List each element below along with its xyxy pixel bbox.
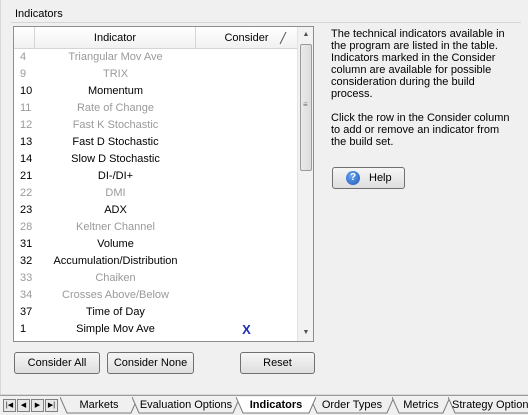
header-indicator[interactable]: Indicator bbox=[35, 27, 196, 49]
row-index: 21 bbox=[20, 170, 33, 182]
first-tab-icon[interactable]: |◀ bbox=[3, 399, 16, 412]
row-indicator-name: Accumulation/Distribution bbox=[53, 255, 178, 267]
row-indicator-name: Fast D Stochastic bbox=[72, 136, 159, 148]
row-indicator-name: Time of Day bbox=[86, 306, 145, 318]
row-consider-cell[interactable]: X bbox=[196, 321, 297, 338]
tab-label: Order Types bbox=[321, 399, 383, 411]
table-row[interactable]: 34 Crosses Above/Below bbox=[14, 287, 297, 304]
tab-label: Evaluation Options bbox=[139, 399, 233, 411]
row-index: 1 bbox=[20, 323, 27, 335]
table-row[interactable]: 37 Time of Day bbox=[14, 304, 297, 321]
table-row[interactable]: 33 Chaiken bbox=[14, 270, 297, 287]
row-index: 9 bbox=[20, 68, 27, 80]
next-tab-icon[interactable]: ▶ bbox=[31, 399, 44, 412]
row-indicator-name: Triangular Mov Ave bbox=[68, 51, 163, 63]
reset-button[interactable]: Reset bbox=[240, 352, 315, 374]
row-indicator-name: ADX bbox=[104, 204, 127, 216]
row-indicator-name: Crosses Above/Below bbox=[62, 289, 169, 301]
grip-icon: ≡ bbox=[303, 100, 308, 109]
table-row[interactable]: 4 Triangular Mov Ave bbox=[14, 49, 297, 66]
tab-strategy-options[interactable]: Strategy Options bbox=[448, 397, 528, 414]
table-header: Indicator Consider bbox=[14, 27, 297, 49]
prev-tab-icon[interactable]: ◀ bbox=[17, 399, 30, 412]
row-indicator-name: Chaiken bbox=[95, 272, 136, 284]
group-divider bbox=[11, 22, 521, 23]
row-indicator-name: Keltner Channel bbox=[76, 221, 155, 233]
tab-indicators[interactable]: Indicators bbox=[236, 397, 316, 414]
table-row[interactable]: 28 Keltner Channel bbox=[14, 219, 297, 236]
row-index: 10 bbox=[20, 85, 33, 97]
row-index: 23 bbox=[20, 204, 33, 216]
row-index: 34 bbox=[20, 289, 33, 301]
tab-label: Markets bbox=[79, 399, 119, 411]
group-title: Indicators bbox=[15, 8, 63, 20]
scrollbar-thumb[interactable]: ≡ bbox=[300, 44, 312, 171]
row-index: 28 bbox=[20, 221, 33, 233]
row-index: 13 bbox=[20, 136, 33, 148]
row-indicator-name: Rate of Change bbox=[76, 102, 155, 114]
tab-label: Indicators bbox=[249, 399, 303, 411]
row-index: 22 bbox=[20, 187, 33, 199]
header-consider[interactable]: Consider bbox=[196, 27, 297, 49]
table-row[interactable]: 31 Volume bbox=[14, 236, 297, 253]
consider-none-button[interactable]: Consider None bbox=[107, 352, 194, 374]
column-resize-icon bbox=[279, 31, 287, 45]
description-paragraph-2: Click the row in the Consider column to … bbox=[331, 112, 510, 148]
row-index: 33 bbox=[20, 272, 33, 284]
row-indicator-name: Simple Mov Ave bbox=[76, 323, 155, 335]
help-icon: ? bbox=[346, 171, 360, 185]
last-tab-icon[interactable]: ▶| bbox=[45, 399, 58, 412]
row-indicator-name: Momentum bbox=[87, 85, 144, 97]
row-consider-cell[interactable]: X bbox=[196, 338, 297, 341]
row-indicator-name: Fast K Stochastic bbox=[72, 119, 159, 131]
tab-markets[interactable]: Markets bbox=[60, 397, 138, 414]
row-index: 14 bbox=[20, 153, 33, 165]
description-paragraph-1: The technical indicators available in th… bbox=[331, 28, 505, 100]
table-vertical-scrollbar[interactable]: ▲ ≡ ▼ bbox=[297, 27, 313, 341]
table-row[interactable]: 11 Rate of Change bbox=[14, 100, 297, 117]
table-row[interactable]: 12 Fast K Stochastic bbox=[14, 117, 297, 134]
description: The technical indicators available in th… bbox=[331, 28, 516, 160]
tab-metrics[interactable]: Metrics bbox=[392, 397, 450, 414]
table-row[interactable]: 10 Momentum bbox=[14, 83, 297, 100]
table-row[interactable]: 13 Fast D Stochastic bbox=[14, 134, 297, 151]
sheet-tab-strip: |◀ ◀ ▶ ▶| Markets Evaluation Options Indic… bbox=[0, 395, 528, 415]
help-button[interactable]: ? Help bbox=[332, 167, 405, 189]
row-index: 11 bbox=[20, 102, 32, 114]
row-indicator-name: DMI bbox=[105, 187, 126, 199]
table-row[interactable]: 1 Simple Mov Ave X bbox=[14, 321, 297, 338]
scroll-up-arrow-icon[interactable]: ▲ bbox=[298, 27, 313, 43]
row-index: 4 bbox=[20, 51, 27, 63]
table-row[interactable]: 2Exp Mov AveX bbox=[14, 338, 297, 341]
header-index-column[interactable] bbox=[14, 27, 35, 49]
row-index: 32 bbox=[20, 255, 33, 267]
scroll-down-arrow-icon[interactable]: ▼ bbox=[298, 325, 313, 341]
row-indicator-name: Slow D Stochastic bbox=[71, 153, 160, 165]
row-indicator-name: TRIX bbox=[102, 68, 129, 80]
table-body: 4 Triangular Mov Ave 9 TRIX 10 Momentum 11 Rate… bbox=[14, 49, 297, 341]
tab-order-types[interactable]: Order Types bbox=[310, 397, 394, 414]
row-index: 31 bbox=[20, 238, 33, 250]
table-row[interactable]: 22 DMI bbox=[14, 185, 297, 202]
table-row[interactable]: 21 DI-/DI+ bbox=[14, 168, 297, 185]
indicators-panel: Indicators Indicator Consider 4 Triangula… bbox=[0, 0, 528, 395]
row-indicator-name: Exp Mov Ave bbox=[35, 338, 196, 341]
tab-label: Strategy Options bbox=[452, 399, 528, 411]
indicators-table[interactable]: Indicator Consider 4 Triangular Mov Ave 9 T… bbox=[13, 26, 314, 342]
row-indicator-name: Volume bbox=[97, 238, 134, 250]
tab-evaluation-options[interactable]: Evaluation Options bbox=[132, 397, 240, 414]
help-button-label: Help bbox=[369, 172, 392, 184]
tab-label: Metrics bbox=[403, 399, 439, 411]
row-index: 2 bbox=[20, 338, 36, 341]
row-indicator-name: DI-/DI+ bbox=[97, 170, 134, 182]
table-row[interactable]: 23 ADX bbox=[14, 202, 297, 219]
table-row[interactable]: 32 Accumulation/Distribution bbox=[14, 253, 297, 270]
row-index: 37 bbox=[20, 306, 33, 318]
header-consider-label: Consider bbox=[224, 32, 269, 44]
consider-all-button[interactable]: Consider All bbox=[14, 352, 100, 374]
table-row[interactable]: 9 TRIX bbox=[14, 66, 297, 83]
table-row[interactable]: 14 Slow D Stochastic bbox=[14, 151, 297, 168]
row-index: 12 bbox=[20, 119, 33, 131]
